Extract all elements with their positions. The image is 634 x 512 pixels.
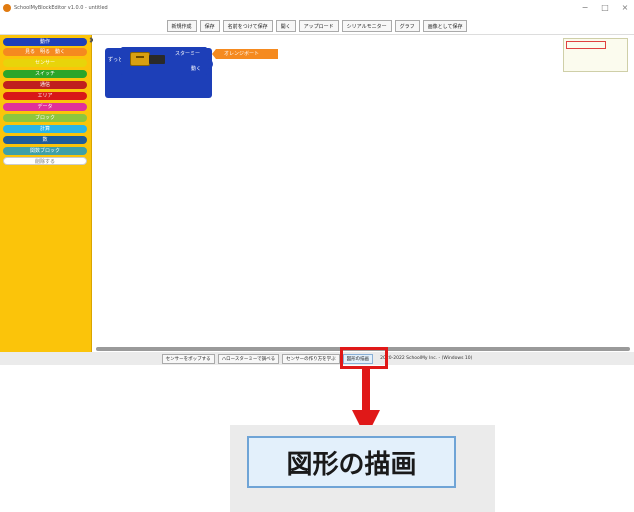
toolbar: 新規作成 保存 名前をつけて保存 開く アップロード シリアルモニター グラフ …	[0, 20, 634, 33]
orange-board-chip[interactable]: オレンジボート	[212, 49, 278, 59]
category-area[interactable]: エリア	[3, 92, 87, 100]
main-area: 動作 見る 明る 動く センサー スイッチ 通信 エリア データ ブロック 計算…	[0, 34, 634, 353]
highlight-box	[340, 347, 388, 369]
save-as-image-button[interactable]: 画像として保存	[422, 20, 468, 32]
category-calc[interactable]: 計算	[3, 125, 87, 133]
category-comm[interactable]: 通信	[3, 81, 87, 89]
sensor-pop-button[interactable]: センサーをポップする	[161, 353, 215, 364]
hello-starmie-button[interactable]: ハロースターミーで調べる	[217, 353, 280, 364]
upload-button[interactable]: アップロード	[298, 20, 339, 32]
motor-icon	[149, 55, 165, 64]
minimap-viewport[interactable]	[566, 41, 606, 49]
category-sensor[interactable]: センサー	[3, 59, 87, 67]
app-logo-icon	[3, 4, 11, 12]
category-delete[interactable]: 削除する	[3, 157, 87, 165]
minimize-icon[interactable]: −	[580, 3, 590, 13]
open-button[interactable]: 開く	[275, 20, 296, 32]
new-button[interactable]: 新規作成	[166, 20, 197, 32]
window-controls: − □ ×	[580, 3, 630, 13]
category-number[interactable]: 数	[3, 136, 87, 144]
block-palette: 動作 見る 明る 動く センサー スイッチ 通信 エリア データ ブロック 計算…	[0, 35, 94, 353]
app-window: SchoolMyBlockEditor v1.0.0 - untitled − …	[0, 0, 634, 512]
category-block[interactable]: ブロック	[3, 114, 87, 122]
save-button[interactable]: 保存	[199, 20, 220, 32]
title-bar: SchoolMyBlockEditor v1.0.0 - untitled − …	[0, 0, 634, 16]
category-function[interactable]: 関数ブロック	[3, 147, 87, 155]
category-switch[interactable]: スイッチ	[3, 70, 87, 78]
script-workspace[interactable]: ずっと スターミー 動く オレンジボート	[93, 35, 634, 353]
workspace-minimap[interactable]	[563, 38, 628, 72]
sensor-howto-button[interactable]: センサーの作り方を学ぶ	[282, 353, 340, 364]
arrow-shaft	[362, 369, 370, 412]
category-motion[interactable]: 動作	[3, 38, 87, 46]
draw-shapes-button-zoomed[interactable]: 図形の描画	[247, 436, 456, 488]
bottom-bar: センサーをポップする ハロースターミーで調べる センサーの作り方を学ぶ 図形の描…	[0, 352, 634, 365]
close-icon[interactable]: ×	[620, 3, 630, 13]
window-title: SchoolMyBlockEditor v1.0.0 - untitled	[14, 5, 108, 11]
serial-monitor-button[interactable]: シリアルモニター	[341, 20, 392, 32]
robot-icon	[130, 52, 150, 66]
save-as-button[interactable]: 名前をつけて保存	[222, 20, 273, 32]
move-label: 動く	[191, 66, 202, 72]
maximize-icon[interactable]: □	[600, 3, 610, 13]
starmie-label: スターミー	[175, 51, 201, 57]
graph-button[interactable]: グラフ	[394, 20, 420, 32]
copyright-text: 2020-2022 SchoolMy Inc. - (Windows 10)	[380, 356, 473, 361]
category-data[interactable]: データ	[3, 103, 87, 111]
zoom-callout: 図形の描画	[230, 425, 495, 512]
category-looks[interactable]: 見る 明る 動く	[3, 48, 87, 56]
